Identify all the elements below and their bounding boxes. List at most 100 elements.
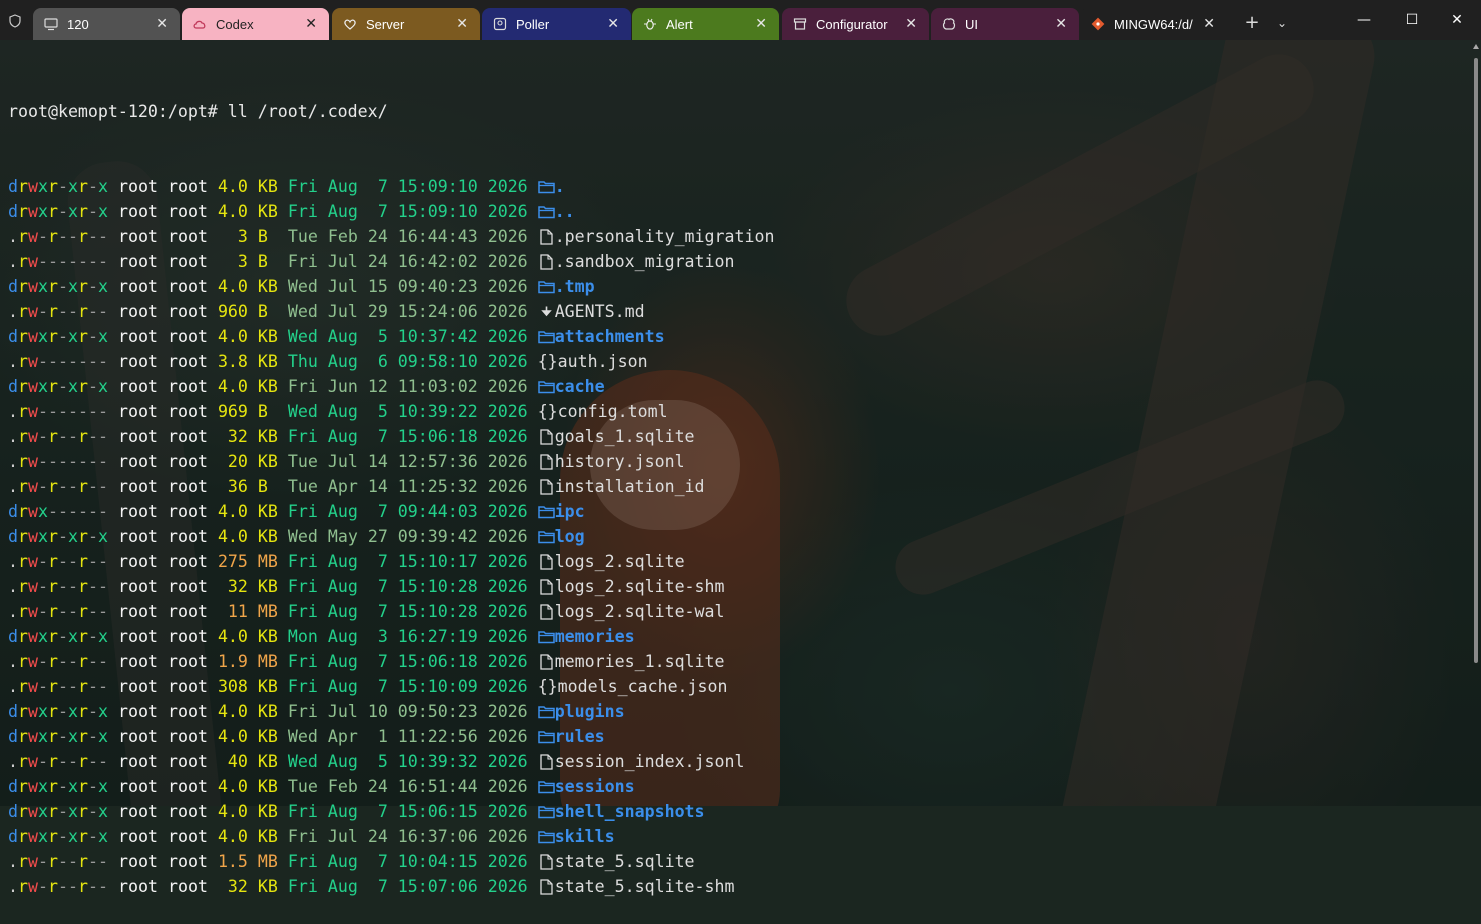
- file-name[interactable]: installation_id: [555, 477, 705, 496]
- file-size: 11: [217, 602, 248, 621]
- tab-close-icon[interactable]: ✕: [607, 15, 619, 32]
- tab-close-icon[interactable]: ✕: [1203, 15, 1215, 32]
- directory-name[interactable]: ipc: [555, 502, 585, 521]
- directory-name[interactable]: log: [555, 527, 585, 546]
- directory-name[interactable]: .: [555, 177, 565, 196]
- file-size: 4.0: [217, 627, 248, 646]
- directory-name[interactable]: memories: [555, 627, 635, 646]
- directory-name[interactable]: .tmp: [555, 277, 595, 296]
- directory-name[interactable]: attachments: [555, 327, 665, 346]
- file-icon: [540, 604, 553, 620]
- directory-name[interactable]: cache: [555, 377, 605, 396]
- modified-date: Thu Aug 6 09:58:10 2026: [287, 352, 528, 371]
- directory-name[interactable]: rules: [555, 727, 605, 746]
- file-name[interactable]: logs_2.sqlite-wal: [555, 602, 725, 621]
- box-icon: [793, 18, 807, 30]
- owner: root: [118, 202, 158, 221]
- size-unit: KB: [257, 727, 278, 746]
- tab-close-icon[interactable]: ✕: [456, 15, 468, 32]
- listing-row: drwxr-xr-x root root 4.0 KB Wed Jul 15 0…: [8, 274, 774, 299]
- tab-120[interactable]: 120 ✕: [33, 8, 180, 40]
- owner: root: [118, 177, 158, 196]
- bug-icon: [644, 18, 656, 30]
- directory-name[interactable]: ..: [555, 202, 575, 221]
- file-name[interactable]: memories_1.sqlite: [555, 652, 725, 671]
- size-unit: B: [257, 402, 278, 421]
- file-name[interactable]: logs_2.sqlite: [555, 552, 685, 571]
- file-name[interactable]: state_5.sqlite: [555, 852, 695, 871]
- new-tab-button[interactable]: +: [1238, 8, 1266, 38]
- modified-date: Fri Aug 7 15:10:17 2026: [287, 552, 528, 571]
- directory-name[interactable]: shell_snapshots: [555, 802, 705, 821]
- owner: root: [118, 852, 158, 871]
- group: root: [167, 427, 208, 446]
- tab-close-icon[interactable]: ✕: [156, 15, 168, 32]
- folder-icon: [537, 331, 555, 344]
- owner: root: [118, 877, 158, 896]
- scrollbar-up-arrow[interactable]: [1473, 44, 1479, 49]
- file-name[interactable]: .personality_migration: [555, 227, 775, 246]
- file-size: 4.0: [217, 177, 248, 196]
- directory-name[interactable]: sessions: [555, 777, 635, 796]
- owner: root: [118, 752, 158, 771]
- scrollbar-thumb[interactable]: [1474, 58, 1478, 663]
- group: root: [167, 577, 208, 596]
- file-name[interactable]: config.toml: [558, 402, 668, 421]
- tab-poller[interactable]: Poller ✕: [482, 8, 631, 40]
- file-name[interactable]: state_5.sqlite-shm: [555, 877, 735, 896]
- listing-row: .rw-r--r-- root root 308 KB Fri Aug 7 15…: [8, 674, 774, 699]
- shield-icon[interactable]: [8, 14, 22, 28]
- listing-row: .rw-r--r-- root root 36 B Tue Apr 14 11:…: [8, 474, 774, 499]
- modified-date: Fri Aug 7 10:04:15 2026: [287, 852, 528, 871]
- terminal-output[interactable]: root@kemopt-120:/opt# ll /root/.codex/ d…: [8, 49, 774, 924]
- group: root: [167, 877, 208, 896]
- listing-row: drwxr-xr-x root root 4.0 KB Fri Jun 12 1…: [8, 374, 774, 399]
- file-name[interactable]: session_index.jsonl: [555, 752, 745, 771]
- listing-row: drwxr-xr-x root root 4.0 KB Wed May 27 0…: [8, 524, 774, 549]
- json-file-icon: {}: [537, 677, 558, 696]
- group: root: [167, 502, 208, 521]
- permissions: .rw-r--r--: [8, 577, 108, 596]
- file-name[interactable]: auth.json: [558, 352, 648, 371]
- permissions: drwxr-xr-x: [8, 177, 108, 196]
- permissions: .rw-r--r--: [8, 302, 108, 321]
- close-window-button[interactable]: ✕: [1433, 0, 1481, 40]
- tab-configurator[interactable]: Configurator ✕: [782, 8, 929, 40]
- file-size: 3: [217, 252, 248, 271]
- file-icon: [540, 654, 553, 670]
- permissions: .rw-r--r--: [8, 602, 108, 621]
- directory-name[interactable]: skills: [555, 827, 615, 846]
- file-size: 4.0: [217, 527, 248, 546]
- tab-mingw64-d[interactable]: MINGW64:/d/ ✕: [1080, 8, 1227, 40]
- file-size: 32: [217, 577, 248, 596]
- minimize-button[interactable]: —: [1340, 0, 1388, 40]
- tab-close-icon[interactable]: ✕: [1055, 15, 1067, 32]
- owner: root: [118, 402, 158, 421]
- listing-row: .rw-r--r-- root root 32 KB Fri Aug 7 15:…: [8, 874, 774, 899]
- listing-row: .rw------- root root 969 B Wed Aug 5 10:…: [8, 399, 774, 424]
- file-name[interactable]: models_cache.json: [558, 677, 728, 696]
- file-name[interactable]: logs_2.sqlite-shm: [555, 577, 725, 596]
- maximize-button[interactable]: ☐: [1388, 0, 1436, 40]
- directory-name[interactable]: plugins: [555, 702, 625, 721]
- tab-close-icon[interactable]: ✕: [305, 15, 317, 32]
- file-name[interactable]: history.jsonl: [555, 452, 685, 471]
- file-name[interactable]: goals_1.sqlite: [555, 427, 695, 446]
- owner: root: [118, 827, 158, 846]
- file-name[interactable]: .sandbox_migration: [555, 252, 735, 271]
- tab-dropdown-button[interactable]: ⌄: [1268, 8, 1296, 38]
- tab-label: Configurator: [816, 17, 888, 32]
- file-name[interactable]: AGENTS.md: [555, 302, 645, 321]
- tab-alert[interactable]: Alert ✕: [632, 8, 779, 40]
- size-unit: KB: [257, 752, 278, 771]
- file-size: 4.0: [217, 202, 248, 221]
- tab-close-icon[interactable]: ✕: [755, 15, 767, 32]
- size-unit: KB: [257, 877, 278, 896]
- owner: root: [118, 577, 158, 596]
- tab-ui[interactable]: UI ✕: [931, 8, 1079, 40]
- tab-server[interactable]: Server ✕: [332, 8, 480, 40]
- tab-close-icon[interactable]: ✕: [905, 15, 917, 32]
- heart-icon: [344, 19, 356, 30]
- tab-codex[interactable]: Codex ✕: [182, 8, 329, 40]
- size-unit: KB: [257, 577, 278, 596]
